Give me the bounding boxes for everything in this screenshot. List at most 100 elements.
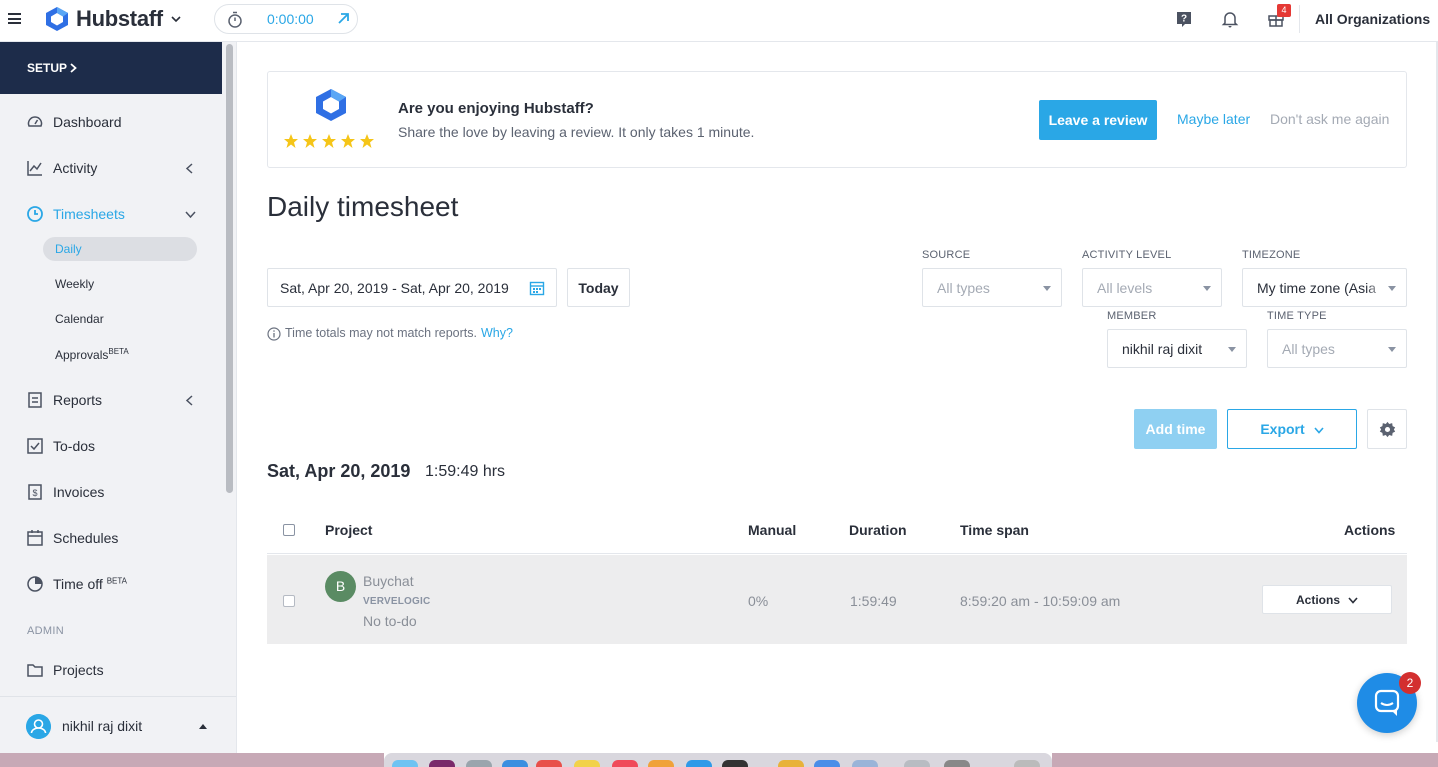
sidebar-item-dashboard[interactable]: Dashboard	[0, 107, 222, 137]
notes-icon[interactable]	[574, 760, 600, 767]
brand-switcher[interactable]: Hubstaff	[44, 6, 181, 32]
desktop-background	[1052, 753, 1438, 767]
table-header: Project Manual Duration Time span Action…	[267, 506, 1407, 554]
sidebar-subitem-calendar[interactable]: Calendar	[43, 307, 197, 331]
desktop-background	[0, 753, 384, 767]
app-icon[interactable]	[648, 760, 674, 767]
sidebar-subitem-approvals[interactable]: ApprovalsBETA	[43, 342, 197, 366]
sidebar-subitem-daily[interactable]: Daily	[43, 237, 197, 261]
sidebar-item-projects[interactable]: Projects	[0, 655, 222, 685]
activity-level-select[interactable]: All levels	[1082, 268, 1222, 307]
calendar-icon[interactable]	[529, 280, 545, 296]
safari-icon[interactable]	[502, 760, 528, 767]
why-link[interactable]: Why?	[481, 326, 513, 340]
timer-widget[interactable]: 0:00:00	[214, 4, 358, 34]
reports-icon	[28, 392, 42, 408]
sidebar-item-label: Schedules	[53, 530, 119, 546]
table-row[interactable]: B Buychat VERVELOGIC No to-do 0% 1:59:49…	[267, 555, 1407, 644]
col-actions: Actions	[1344, 522, 1396, 538]
maybe-later-link[interactable]: Maybe later	[1177, 111, 1250, 127]
chevron-down-icon	[1348, 597, 1358, 604]
select-all-checkbox[interactable]	[283, 524, 295, 536]
row-actions-button[interactable]: Actions	[1262, 585, 1392, 614]
source-select[interactable]: All types	[922, 268, 1062, 307]
chat-badge: 2	[1399, 672, 1421, 694]
row-checkbox[interactable]	[283, 595, 295, 607]
notification-badge: 4	[1277, 4, 1291, 17]
pie-icon	[27, 576, 43, 592]
chevron-down-icon	[1314, 427, 1324, 434]
sidebar-scrollbar[interactable]	[226, 44, 233, 493]
app-icon[interactable]	[944, 760, 970, 767]
launchpad-icon[interactable]	[466, 760, 492, 767]
user-avatar-icon	[26, 714, 51, 739]
sidebar-subitem-weekly[interactable]: Weekly	[43, 272, 197, 296]
open-timer-arrow-icon[interactable]	[337, 12, 350, 25]
date-range-value: Sat, Apr 20, 2019 - Sat, Apr 20, 2019	[280, 280, 509, 296]
col-time-span: Time span	[960, 522, 1029, 538]
timer-value: 0:00:00	[267, 11, 314, 27]
organization-switcher[interactable]: All Organizations	[1315, 11, 1430, 27]
siri-icon[interactable]	[429, 760, 455, 767]
caret-down-icon	[1388, 347, 1396, 352]
help-icon[interactable]: ?	[1175, 10, 1193, 28]
source-value: All types	[937, 280, 990, 296]
project-name: Buychat	[363, 573, 414, 589]
sidebar-item-schedules[interactable]: Schedules	[0, 523, 222, 553]
caret-down-icon	[1043, 286, 1051, 291]
clock-icon	[27, 206, 43, 222]
app-icon[interactable]	[814, 760, 840, 767]
music-icon[interactable]	[612, 760, 638, 767]
actions-label: Actions	[1295, 592, 1340, 607]
sidebar-item-timesheets[interactable]: Timesheets	[0, 199, 222, 229]
sidebar-item-activity[interactable]: Activity	[0, 153, 222, 183]
day-heading: Sat, Apr 20, 2019	[267, 461, 411, 481]
time-type-select[interactable]: All types	[1267, 329, 1407, 368]
app-icon[interactable]	[852, 760, 878, 767]
member-select[interactable]: nikhil raj dixit	[1107, 329, 1247, 368]
settings-button[interactable]	[1367, 409, 1407, 449]
caret-down-icon	[1228, 347, 1236, 352]
leave-review-button[interactable]: Leave a review	[1039, 100, 1157, 140]
activity-level-value: All levels	[1097, 280, 1153, 296]
sidebar-item-label: Reports	[53, 392, 103, 408]
member-value: nikhil raj dixit	[1122, 341, 1203, 357]
activity-level-label: ACTIVITY LEVEL	[1082, 249, 1172, 261]
dont-ask-again-link[interactable]: Don't ask me again	[1270, 111, 1389, 127]
menu-icon[interactable]	[8, 13, 21, 24]
sidebar-item-reports[interactable]: Reports	[0, 385, 222, 415]
finder-icon[interactable]	[392, 760, 418, 767]
caret-down-icon	[1388, 286, 1396, 291]
app-store-icon[interactable]	[686, 760, 712, 767]
caret-down-icon	[1203, 286, 1211, 291]
sidebar-item-time-off[interactable]: Time off BETA	[0, 569, 222, 599]
beta-tag: BETA	[106, 576, 127, 586]
bell-icon[interactable]	[1221, 10, 1239, 28]
activity-chart-icon	[27, 161, 42, 176]
app-icon[interactable]	[536, 760, 562, 767]
source-label: SOURCE	[922, 249, 971, 261]
today-button[interactable]: Today	[567, 268, 630, 307]
timezone-select[interactable]: My time zone (Asia	[1242, 268, 1407, 307]
sidebar-subitem-label: Daily	[55, 242, 82, 256]
duration-value: 1:59:49	[850, 593, 897, 609]
folder-icon	[27, 664, 43, 677]
setup-link[interactable]: SETUP	[0, 42, 222, 94]
app-icon[interactable]	[904, 760, 930, 767]
app-icon[interactable]	[722, 760, 748, 767]
sidebar-item-invoices[interactable]: $ Invoices	[0, 477, 222, 507]
chat-icon	[1374, 689, 1400, 716]
app-icon[interactable]	[778, 760, 804, 767]
add-time-button[interactable]: Add time	[1134, 409, 1217, 449]
user-name: nikhil raj dixit	[62, 718, 143, 734]
sidebar-item-label: Invoices	[53, 484, 105, 500]
project-organization: VERVELOGIC	[363, 596, 431, 607]
export-button[interactable]: Export	[1227, 409, 1357, 449]
review-subtitle: Share the love by leaving a review. It o…	[398, 124, 755, 140]
trash-icon[interactable]	[1014, 760, 1040, 767]
review-prompt-card: Are you enjoying Hubstaff? Share the lov…	[267, 71, 1407, 168]
brand-name: Hubstaff	[76, 6, 163, 31]
sidebar-item-todos[interactable]: To-dos	[0, 431, 222, 461]
manual-value: 0%	[748, 593, 769, 609]
date-range-picker[interactable]: Sat, Apr 20, 2019 - Sat, Apr 20, 2019	[267, 268, 557, 307]
